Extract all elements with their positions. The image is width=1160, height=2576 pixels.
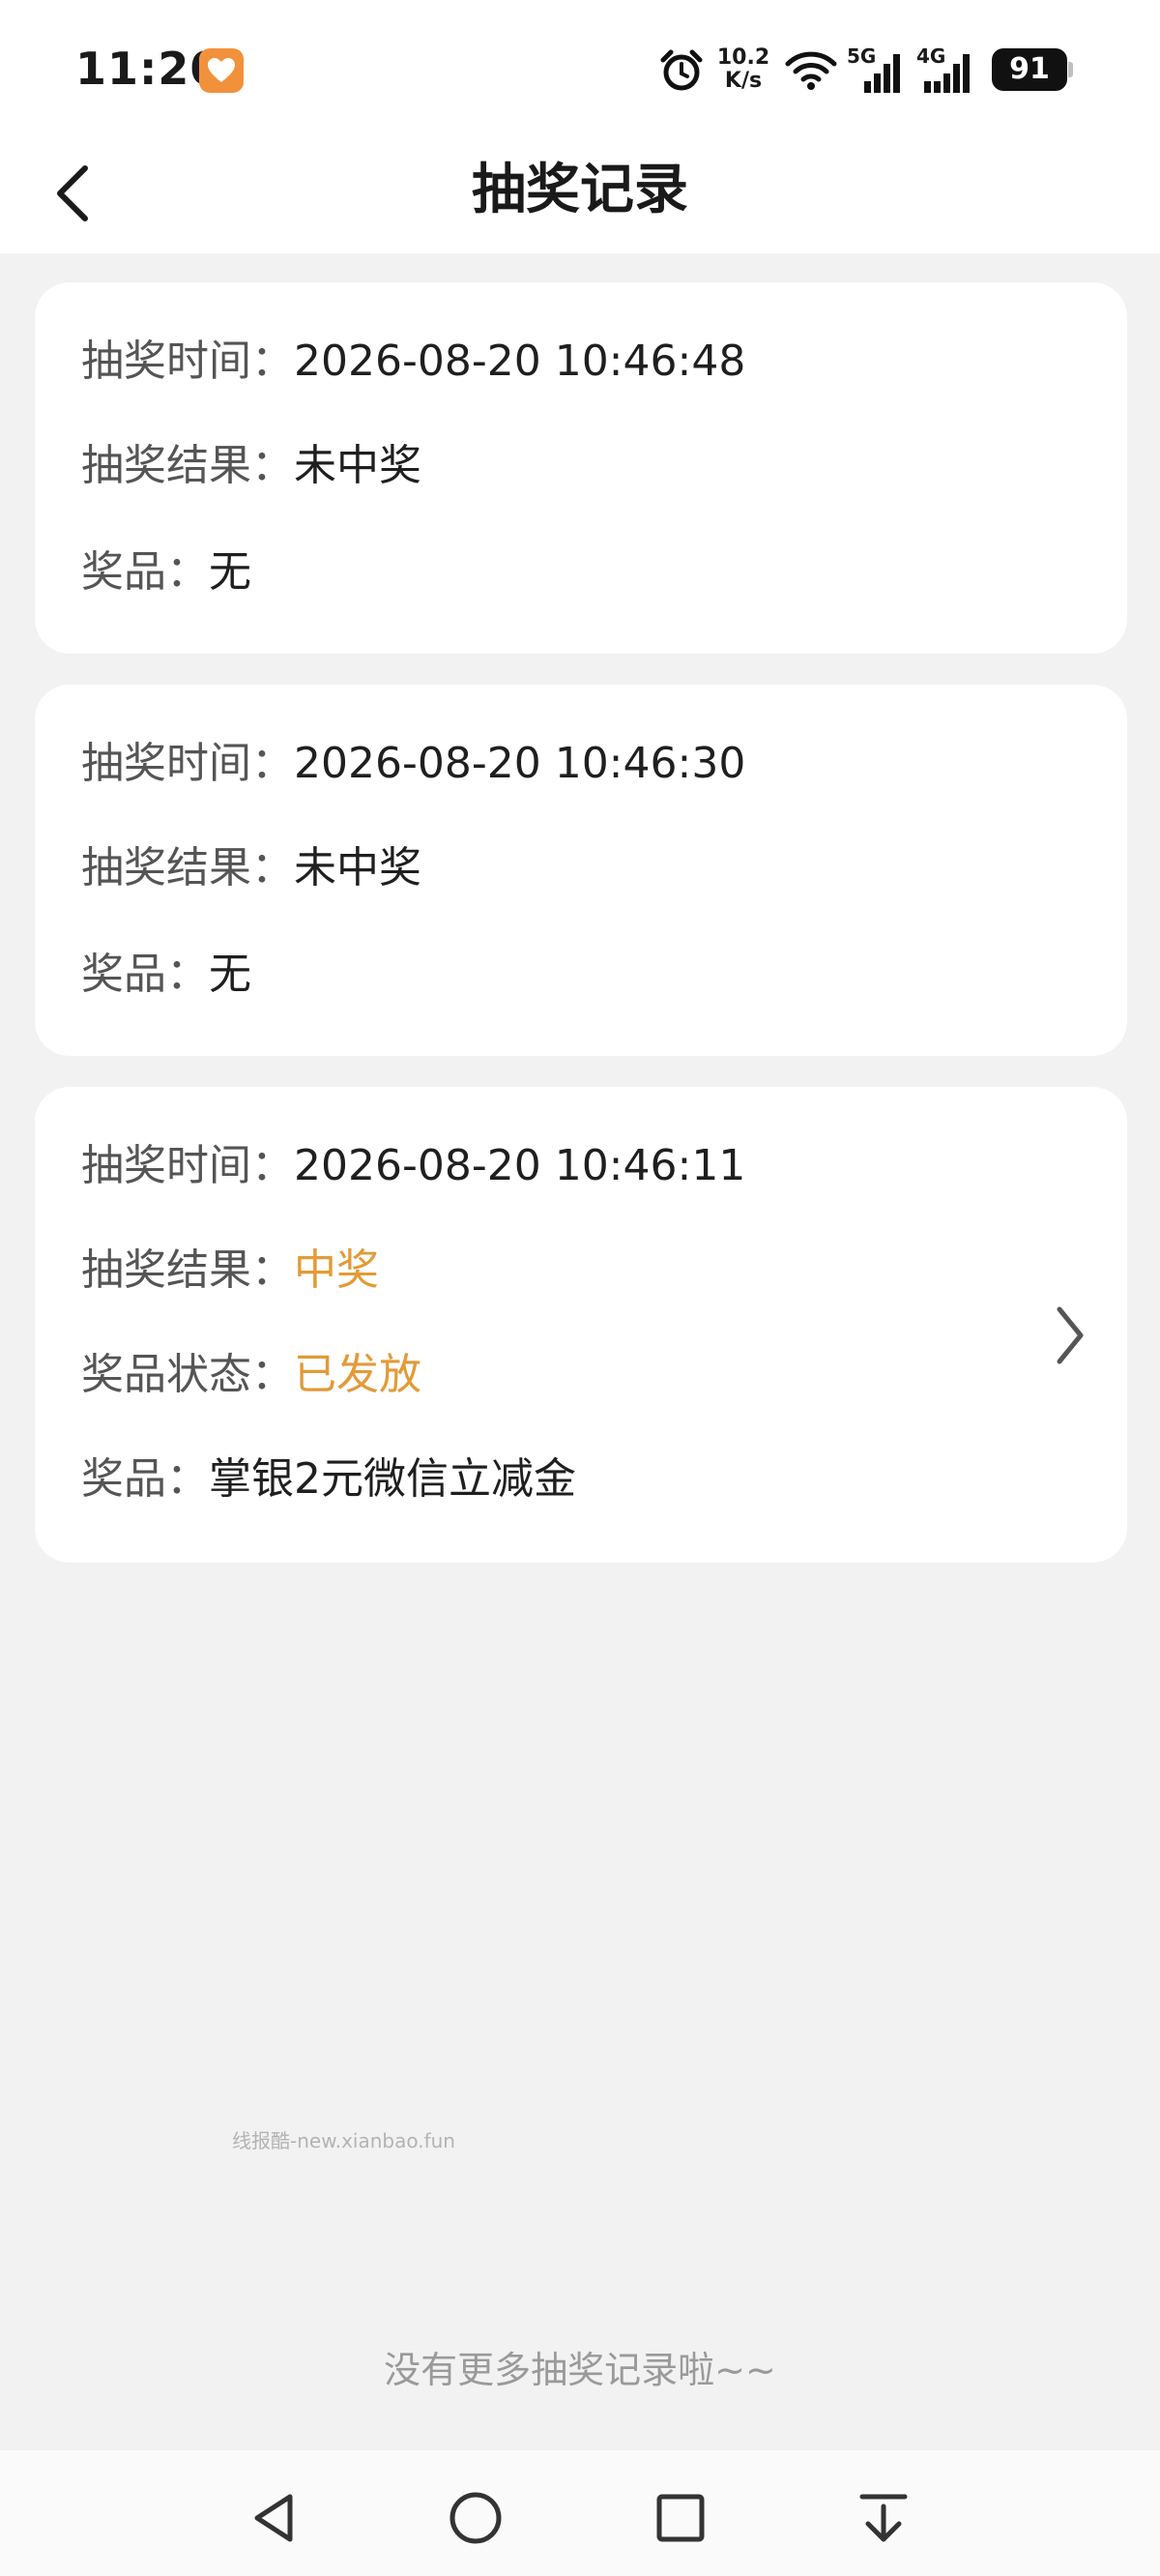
status-icons: 10.2 K/s 5G 4G 91 xyxy=(659,44,1085,95)
draw-result-value: 未中奖 xyxy=(294,843,421,893)
battery-tip xyxy=(1068,62,1073,77)
nav-bar: 抽奖记录 xyxy=(0,135,1160,253)
signal-bars-icon-1 xyxy=(864,54,900,93)
notification-pull-down-icon[interactable] xyxy=(855,2489,913,2547)
prize-status-row: 奖品状态：已发放 xyxy=(81,1346,421,1404)
draw-result-label: 抽奖结果： xyxy=(81,843,294,893)
wifi-icon xyxy=(785,51,837,90)
prize-value: 掌银2元微信立减金 xyxy=(209,1454,576,1504)
prize-status-value: 已发放 xyxy=(294,1350,421,1399)
watermark-text: 线报酷-new.xianbao.fun xyxy=(232,2129,455,2152)
draw-result-row: 抽奖结果：未中奖 xyxy=(81,839,421,897)
draw-time-label: 抽奖时间： xyxy=(81,337,294,386)
prize-label: 奖品： xyxy=(81,950,209,999)
signal-bars-icon-2 xyxy=(924,54,970,93)
home-circle-icon[interactable] xyxy=(447,2489,505,2547)
draw-time-row: 抽奖时间：2026-08-20 10:46:48 xyxy=(81,333,745,391)
prize-label: 奖品： xyxy=(81,547,209,597)
draw-result-value: 中奖 xyxy=(294,1245,379,1295)
no-more-records-text: 没有更多抽奖记录啦~~ xyxy=(384,2349,776,2391)
draw-time-label: 抽奖时间： xyxy=(81,739,294,788)
prize-status-label: 奖品状态： xyxy=(81,1350,294,1399)
record-card-2: 抽奖时间：2026-08-20 10:46:30 抽奖结果：未中奖 奖品：无 xyxy=(35,685,1127,1056)
draw-time-value: 2026-08-20 10:46:30 xyxy=(294,739,746,788)
prize-row: 奖品：无 xyxy=(81,543,251,601)
prize-row: 奖品：掌银2元微信立减金 xyxy=(81,1450,576,1508)
draw-time-row: 抽奖时间：2026-08-20 10:46:30 xyxy=(81,735,745,793)
record-card-1: 抽奖时间：2026-08-20 10:46:48 抽奖结果：未中奖 奖品：无 xyxy=(35,282,1127,654)
record-card-3[interactable]: 抽奖时间：2026-08-20 10:46:11 抽奖结果：中奖 奖品状态：已发… xyxy=(35,1087,1127,1563)
back-triangle-icon[interactable] xyxy=(246,2489,304,2547)
chevron-right-icon[interactable] xyxy=(1050,1302,1088,1369)
page-title: 抽奖记录 xyxy=(472,159,688,221)
draw-time-label: 抽奖时间： xyxy=(81,1141,294,1190)
draw-result-label: 抽奖结果： xyxy=(81,441,294,490)
prize-row: 奖品：无 xyxy=(81,946,251,1004)
draw-time-value: 2026-08-20 10:46:11 xyxy=(294,1141,746,1190)
net-speed-value: 10.2 xyxy=(716,45,770,70)
prize-label: 奖品： xyxy=(81,1454,209,1504)
heart-app-icon xyxy=(199,48,244,93)
battery-indicator: 91 xyxy=(992,48,1067,91)
alarm-icon xyxy=(660,49,703,91)
prize-value: 无 xyxy=(209,547,251,597)
draw-result-value: 未中奖 xyxy=(294,441,421,490)
recents-square-icon[interactable] xyxy=(652,2489,710,2547)
net-speed-unit: K/s xyxy=(724,69,763,93)
draw-time-value: 2026-08-20 10:46:48 xyxy=(294,337,746,386)
status-bar: 11:20 10.2 K/s 5G 4G 91 xyxy=(0,0,1160,135)
draw-time-row: 抽奖时间：2026-08-20 10:46:11 xyxy=(81,1137,745,1195)
draw-result-row: 抽奖结果：未中奖 xyxy=(81,437,421,495)
draw-result-row: 抽奖结果：中奖 xyxy=(81,1242,379,1300)
system-nav-bar xyxy=(0,2450,1160,2576)
prize-value: 无 xyxy=(209,950,251,999)
net-speed: 10.2 K/s xyxy=(713,46,773,93)
draw-result-label: 抽奖结果： xyxy=(81,1245,294,1295)
